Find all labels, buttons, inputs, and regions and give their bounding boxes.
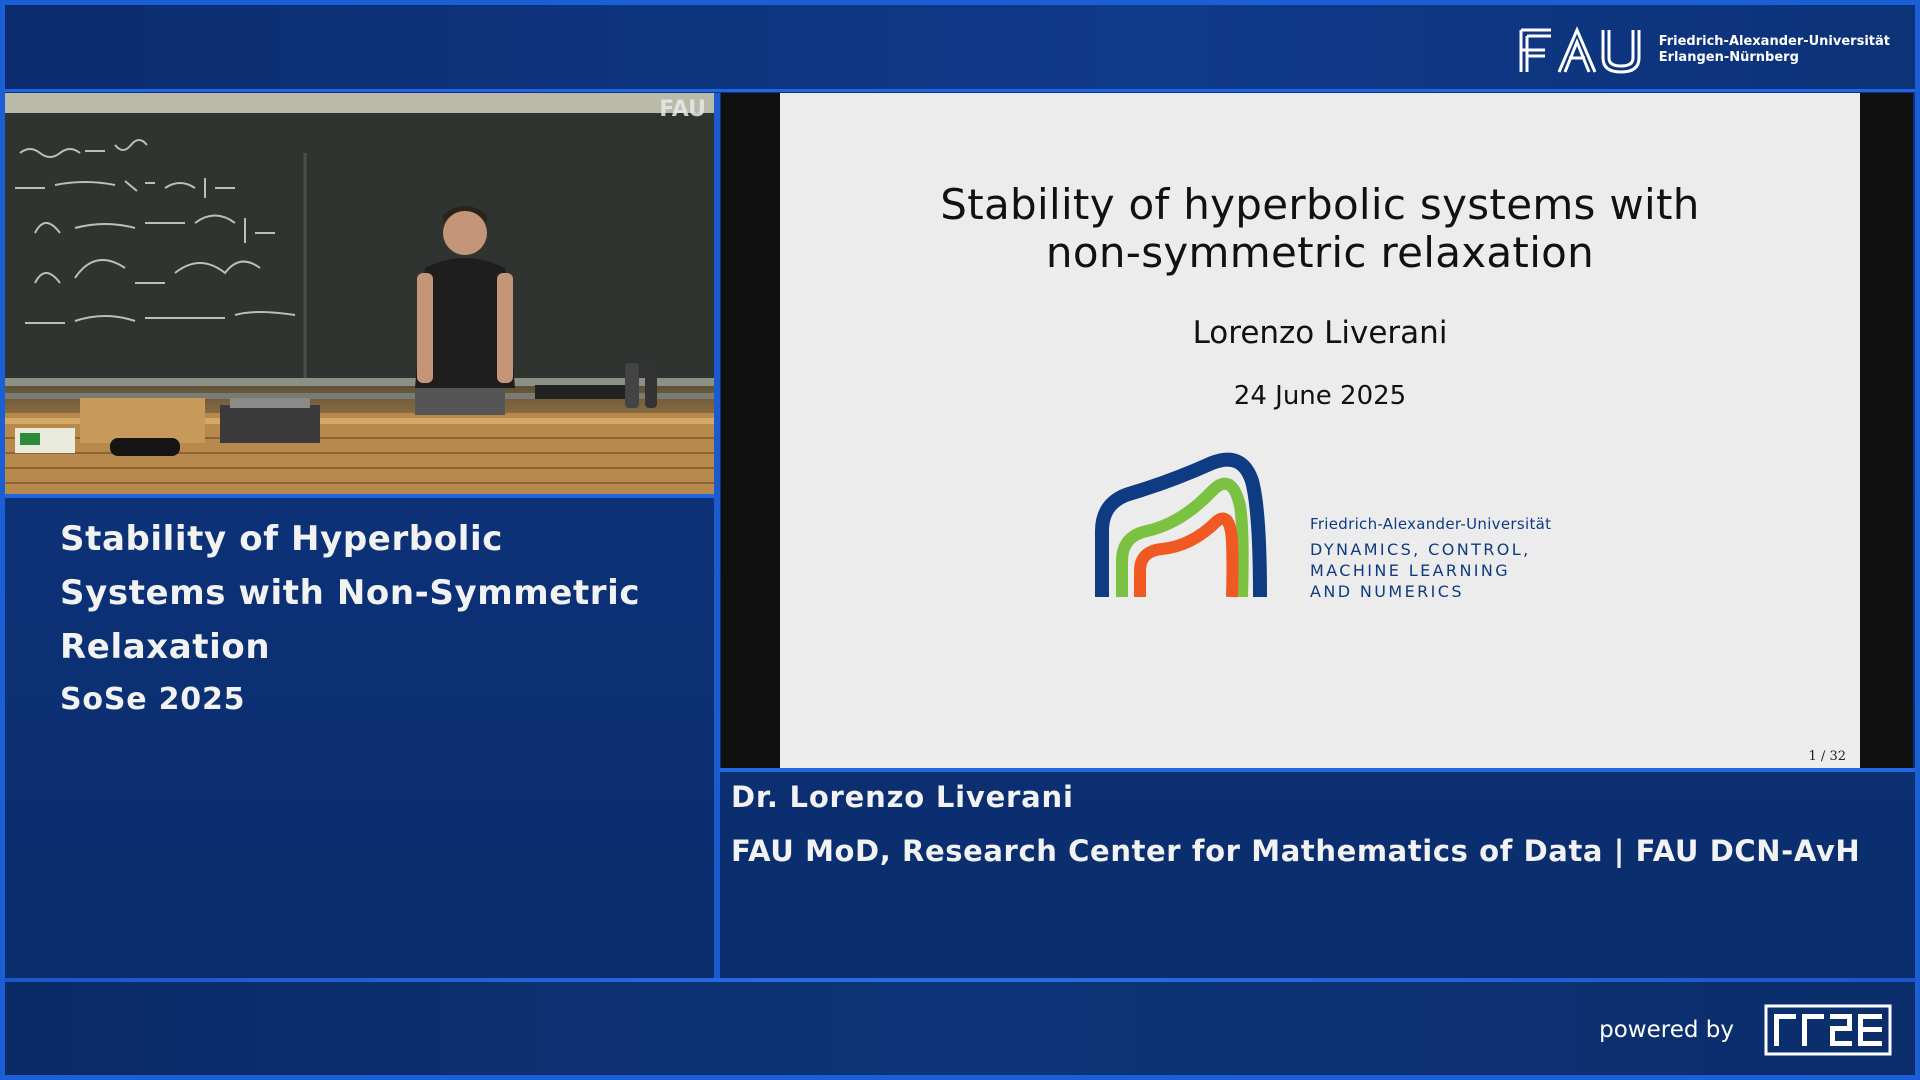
slide-divider xyxy=(720,768,1915,772)
lecture-camera-icon xyxy=(5,93,714,494)
dcn-logo-icon xyxy=(1095,452,1267,598)
dcn-logo-org: Friedrich-Alexander-Universität xyxy=(1310,515,1552,533)
camera-divider xyxy=(5,494,715,498)
powered-by-label: powered by xyxy=(1599,1017,1734,1043)
dcn-logo-dept-line3: AND NUMERICS xyxy=(1310,582,1464,601)
slide-date: 24 June 2025 xyxy=(1233,381,1407,411)
fau-logo: Friedrich-Alexander-Universität Erlangen… xyxy=(1517,20,1890,80)
presentation-slide: Stability of hyperbolic systems with non… xyxy=(780,93,1860,768)
speaker-affiliation: FAU MoD, Research Center for Mathematics… xyxy=(731,834,1861,868)
slide-title: Stability of hyperbolic systems with non… xyxy=(780,181,1860,277)
camera-watermark: FAU xyxy=(659,97,706,122)
dcn-logo-text: Friedrich-Alexander-Universität DYNAMICS… xyxy=(1310,515,1551,602)
fau-logo-line1: Friedrich-Alexander-Universität xyxy=(1658,34,1890,49)
lecture-title: Stability of Hyperbolic Systems with Non… xyxy=(60,512,680,674)
panel-divider xyxy=(714,93,720,978)
semester-label: SoSe 2025 xyxy=(60,682,246,717)
camera-view: FAU xyxy=(5,93,714,494)
slide-title-line2: non-symmetric relaxation xyxy=(1045,228,1595,277)
lecture-title-line3: Relaxation xyxy=(60,627,271,667)
slide-page-number: 1 / 32 xyxy=(1808,749,1846,764)
dcn-logo-dept-line1: DYNAMICS, CONTROL, xyxy=(1310,540,1531,559)
speaker-name: Dr. Lorenzo Liverani xyxy=(731,780,1074,814)
fau-logo-mark-icon xyxy=(1519,26,1641,74)
lecture-title-line2: Systems with Non-Symmetric xyxy=(60,573,641,613)
slide-author: Lorenzo Liverani xyxy=(1192,315,1448,351)
slide-title-line1: Stability of hyperbolic systems with xyxy=(940,180,1700,229)
header-divider xyxy=(5,89,1915,92)
fau-logo-line2: Erlangen-Nürnberg xyxy=(1658,50,1799,65)
lecture-title-line1: Stability of Hyperbolic xyxy=(60,519,503,559)
rrze-logo-icon xyxy=(1764,1004,1892,1056)
dcn-logo-dept-line2: MACHINE LEARNING xyxy=(1310,561,1511,580)
